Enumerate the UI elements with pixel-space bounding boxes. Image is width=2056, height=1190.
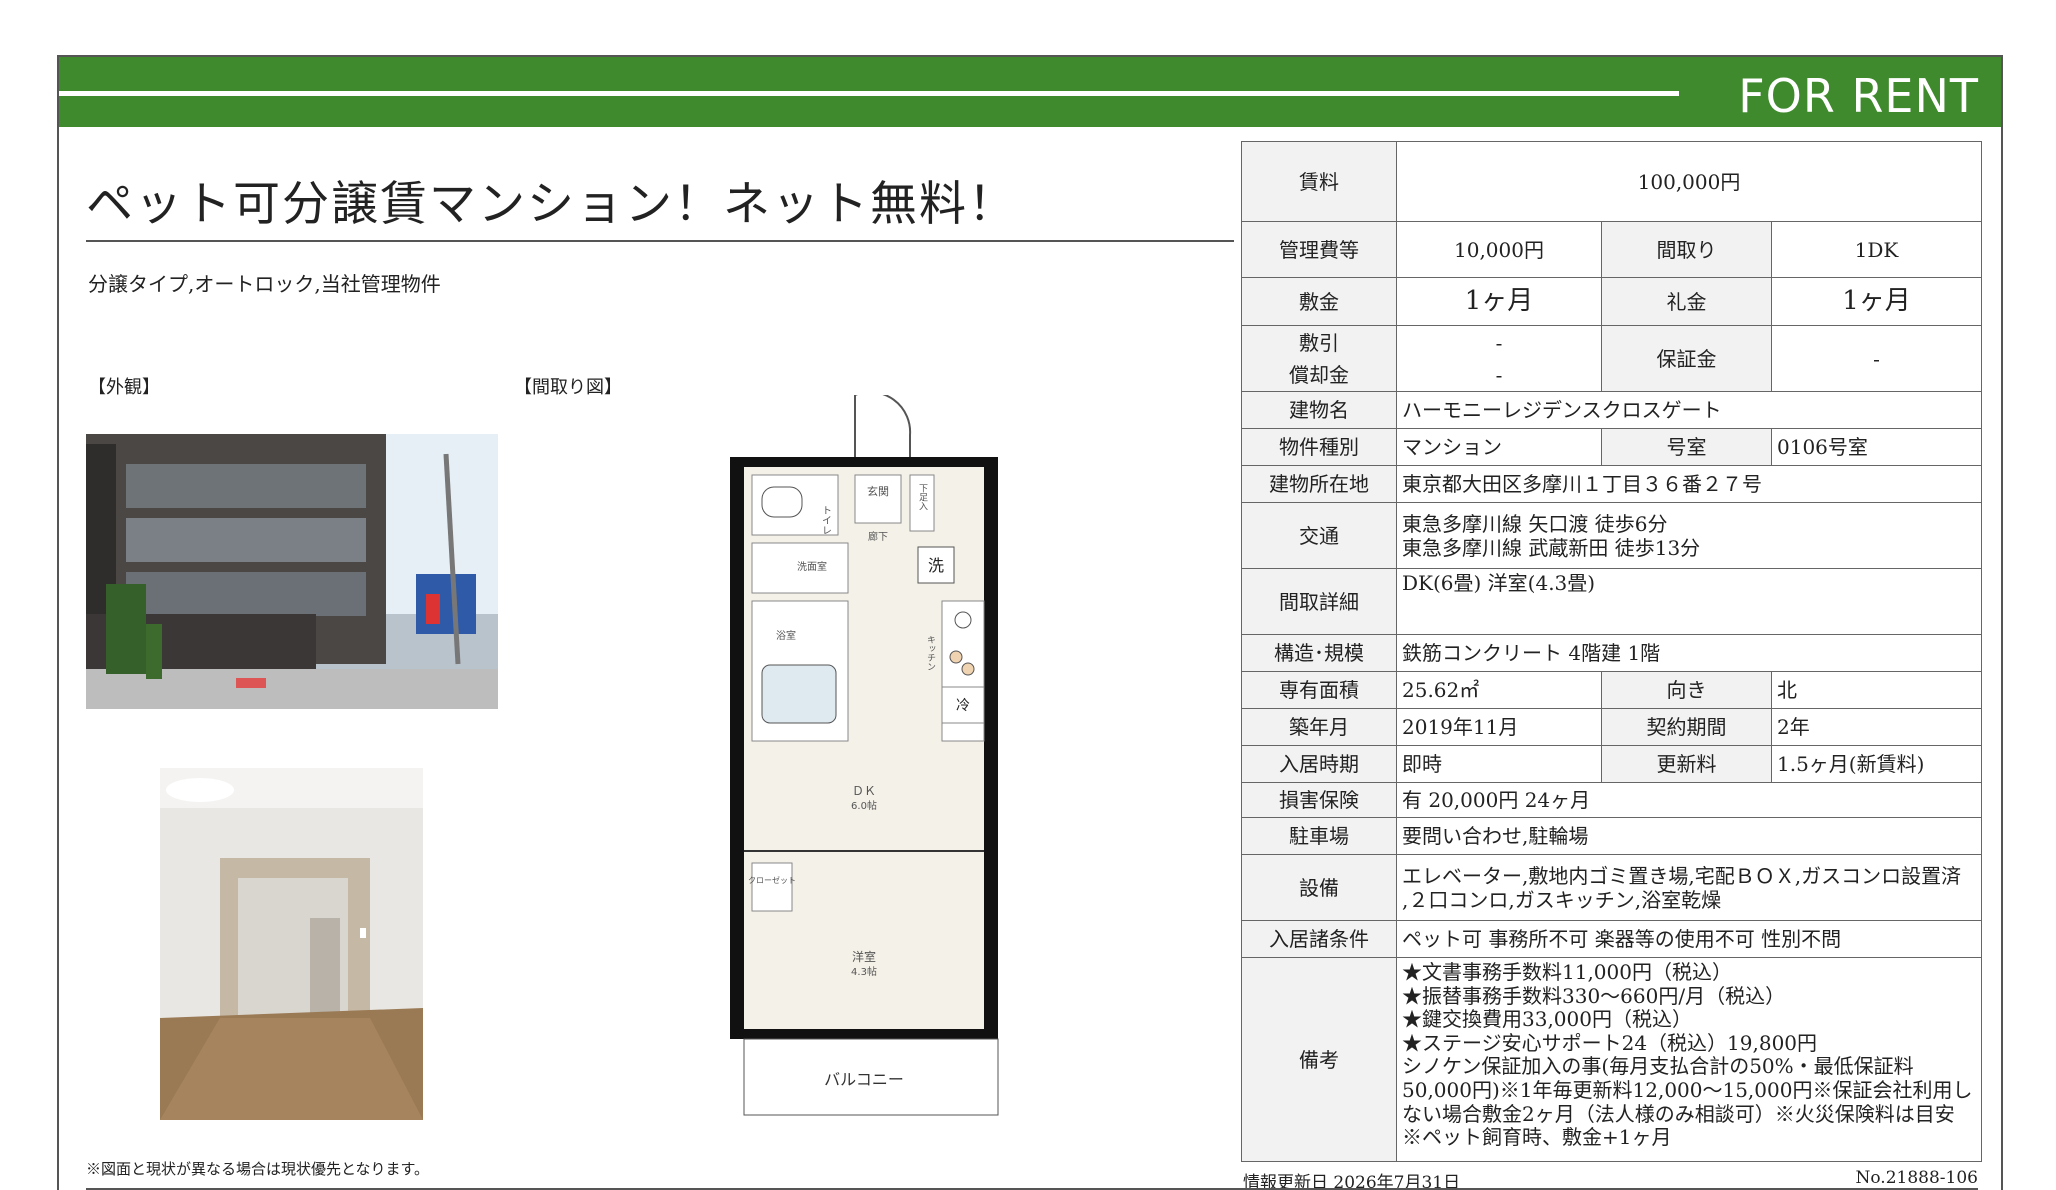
movein-value: 即時 xyxy=(1396,745,1602,783)
shoebox-label: 下足入 xyxy=(917,484,928,511)
fridge-label: 冷 xyxy=(956,698,970,714)
remark-line: ※ペット飼育時、敷金+1ヶ月 xyxy=(1402,1125,1672,1150)
listing-number: No.21888-106 xyxy=(1855,1168,1979,1188)
exterior-label: 【外観】 xyxy=(88,377,160,398)
deposit-value: 1ヶ月 xyxy=(1396,277,1602,326)
keymoney-value: 1ヶ月 xyxy=(1771,277,1982,326)
exterior-photo xyxy=(86,434,498,709)
remarks-label: 備考 xyxy=(1241,957,1397,1162)
entrance-label: 玄関 xyxy=(867,484,889,498)
structure-label: 構造･規模 xyxy=(1241,634,1397,672)
remark-line: ★文書事務手数料11,000円（税込） xyxy=(1402,960,1732,984)
rent-value: 100,000円 xyxy=(1396,141,1982,222)
remark-line: ★振替事務手数料330～660円/月（税込） xyxy=(1402,983,1786,1008)
guarantee-value: - xyxy=(1771,325,1982,392)
room-name-label: 洋室 xyxy=(852,949,876,964)
remark-line: 50,000円)※1年毎更新料12,000～15,000円※保証会社利用し xyxy=(1402,1077,1973,1102)
closet-label: クローゼット xyxy=(748,875,796,885)
banner-stripe xyxy=(59,91,1679,96)
remark-line: シノケン保証加入の事(毎月支払合計の50%・最低保証料 xyxy=(1402,1054,1914,1079)
floorplan-label: 【間取り図】 xyxy=(514,377,622,398)
direction-label: 向き xyxy=(1601,671,1772,709)
shikibiki-value: - xyxy=(1495,330,1503,355)
contract-label: 契約期間 xyxy=(1601,708,1772,746)
shikibiki-label: 敷引 xyxy=(1299,330,1339,355)
layout-detail-label: 間取詳細 xyxy=(1241,568,1397,635)
insurance-label: 損害保険 xyxy=(1241,782,1397,818)
renewal-value: 1.5ヶ月(新賃料) xyxy=(1771,745,1982,783)
parking-label: 駐車場 xyxy=(1241,817,1397,855)
address-value: 東京都大田区多摩川１丁目３６番２７号 xyxy=(1396,465,1982,503)
mgmt-label: 管理費等 xyxy=(1241,221,1397,278)
layout-value: 1DK xyxy=(1771,221,1982,278)
listing-features: 分譲タイプ,オートロック,当社管理物件 xyxy=(88,272,441,296)
area-value: 25.62㎡ xyxy=(1396,671,1602,709)
for-rent-banner: FOR RENT xyxy=(59,57,2001,127)
built-label: 築年月 xyxy=(1241,708,1397,746)
renewal-label: 更新料 xyxy=(1601,745,1772,783)
remark-line: ない場合敷金2ヶ月（法人様のみ相談可）※火災保険料は目安 xyxy=(1402,1101,1955,1126)
movein-label: 入居時期 xyxy=(1241,745,1397,783)
parking-value: 要問い合わせ,駐輪場 xyxy=(1396,817,1982,855)
direction-value: 北 xyxy=(1771,671,1982,709)
washroom-label: 洗面室 xyxy=(797,560,827,573)
contract-value: 2年 xyxy=(1771,708,1982,746)
toilet-label: トイレ xyxy=(820,505,832,535)
layout-label: 間取り xyxy=(1601,221,1772,278)
facilities-line-2: ,２口コンロ,ガスキッチン,浴室乾燥 xyxy=(1402,887,1722,912)
facilities-label: 設備 xyxy=(1241,854,1397,921)
address-label: 建物所在地 xyxy=(1241,465,1397,503)
guarantee-label: 保証金 xyxy=(1601,325,1772,392)
facilities-line-1: エレベーター,敷地内ゴミ置き場,宅配ＢＯＸ,ガスコンロ設置済 xyxy=(1402,863,1962,888)
kitchen-label: キッチン xyxy=(925,635,936,671)
access-label: 交通 xyxy=(1241,502,1397,569)
deposit-label: 敷金 xyxy=(1241,277,1397,326)
type-value: マンション xyxy=(1396,428,1602,466)
interior-photo xyxy=(160,768,423,1120)
building-label: 建物名 xyxy=(1241,391,1397,429)
building-value: ハーモニーレジデンスクロスゲート xyxy=(1396,391,1982,429)
banner-text: FOR RENT xyxy=(1738,69,1979,123)
mgmt-value: 10,000円 xyxy=(1396,221,1602,278)
title-divider xyxy=(86,240,1234,242)
spec-table: 賃料 100,000円 管理費等 10,000円 間取り 1DK 敷金 1ヶ月 … xyxy=(1241,141,1982,1162)
listing-title: ペット可分譲賃マンション！ネット無料！ xyxy=(86,177,1017,232)
rent-label: 賃料 xyxy=(1241,141,1397,222)
room-size-label: 4.3帖 xyxy=(851,965,877,978)
amort-value: - xyxy=(1495,362,1503,387)
update-date: 情報更新日 2026年7月31日 xyxy=(1243,1173,1461,1190)
washer-label: 洗 xyxy=(928,556,944,575)
insurance-value: 有 20,000円 24ヶ月 xyxy=(1396,782,1982,818)
structure-value: 鉄筋コンクリート 4階建 1階 xyxy=(1396,634,1982,672)
hallway-label: 廊下 xyxy=(868,530,888,543)
disclaimer-note: ※図面と現状が異なる場合は現状優先となります。 xyxy=(86,1160,430,1178)
floor-plan: トイレ 玄関 下足入 廊下 洗面室 洗 浴室 キッチン 冷 ＤＫ 6.0帖 クロ… xyxy=(730,395,1010,1123)
layout-detail-value: DK(6畳) 洋室(4.3畳) xyxy=(1396,568,1982,635)
area-label: 専有面積 xyxy=(1241,671,1397,709)
type-label: 物件種別 xyxy=(1241,428,1397,466)
keymoney-label: 礼金 xyxy=(1601,277,1772,326)
remark-line: ★鍵交換費用33,000円（税込） xyxy=(1402,1007,1692,1032)
amort-label: 償却金 xyxy=(1289,362,1349,387)
conditions-label: 入居諸条件 xyxy=(1241,920,1397,958)
balcony-label: バルコニー xyxy=(824,1070,904,1089)
room-no-value: 0106号室 xyxy=(1771,428,1982,466)
access-line-1: 東急多摩川線 矢口渡 徒歩6分 xyxy=(1402,511,1668,536)
dk-name-label: ＤＫ xyxy=(852,784,876,798)
bathroom-label: 浴室 xyxy=(776,629,796,642)
access-line-2: 東急多摩川線 武蔵新田 徒歩13分 xyxy=(1402,535,1701,560)
conditions-value: ペット可 事務所不可 楽器等の使用不可 性別不問 xyxy=(1396,920,1982,958)
remark-line: ★ステージ安心サポート24（税込）19,800円 xyxy=(1402,1030,1818,1055)
room-no-label: 号室 xyxy=(1601,428,1772,466)
built-value: 2019年11月 xyxy=(1396,708,1602,746)
dk-size-label: 6.0帖 xyxy=(851,799,877,812)
